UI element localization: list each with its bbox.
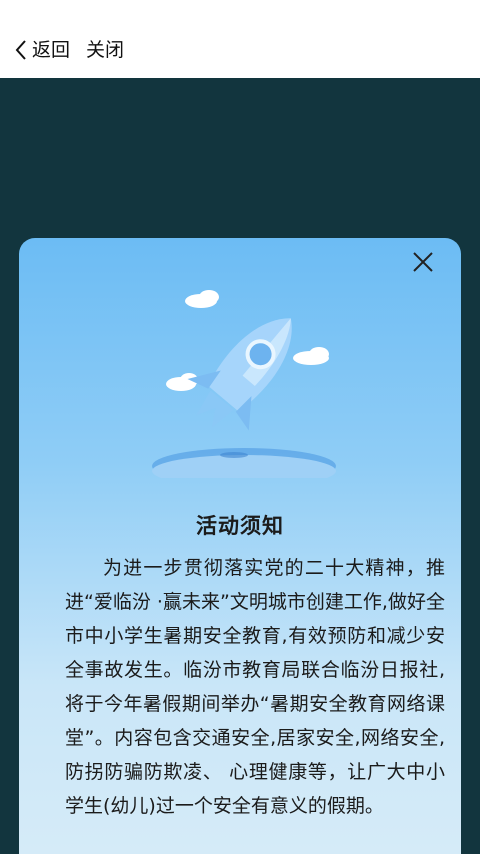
close-icon[interactable] (411, 250, 435, 274)
modal-title: 活动须知 (196, 514, 284, 538)
chevron-left-icon (14, 39, 28, 61)
activity-notice-modal: 活动须知 为进一步贯彻落实党的二十大精神，推进“爱临汾 ·赢未来”文明城市创建工… (19, 238, 461, 854)
rocket-illustration (139, 288, 349, 487)
close-page-button[interactable]: 关闭 (86, 36, 124, 64)
top-navigation-bar: 返回 关闭 (0, 0, 480, 78)
back-label: 返回 (32, 39, 71, 61)
back-button[interactable]: 返回 (14, 36, 70, 64)
modal-body-text: 为进一步贯彻落实党的二十大精神，推进“爱临汾 ·赢未来”文明城市创建工作,做好全… (65, 557, 445, 817)
